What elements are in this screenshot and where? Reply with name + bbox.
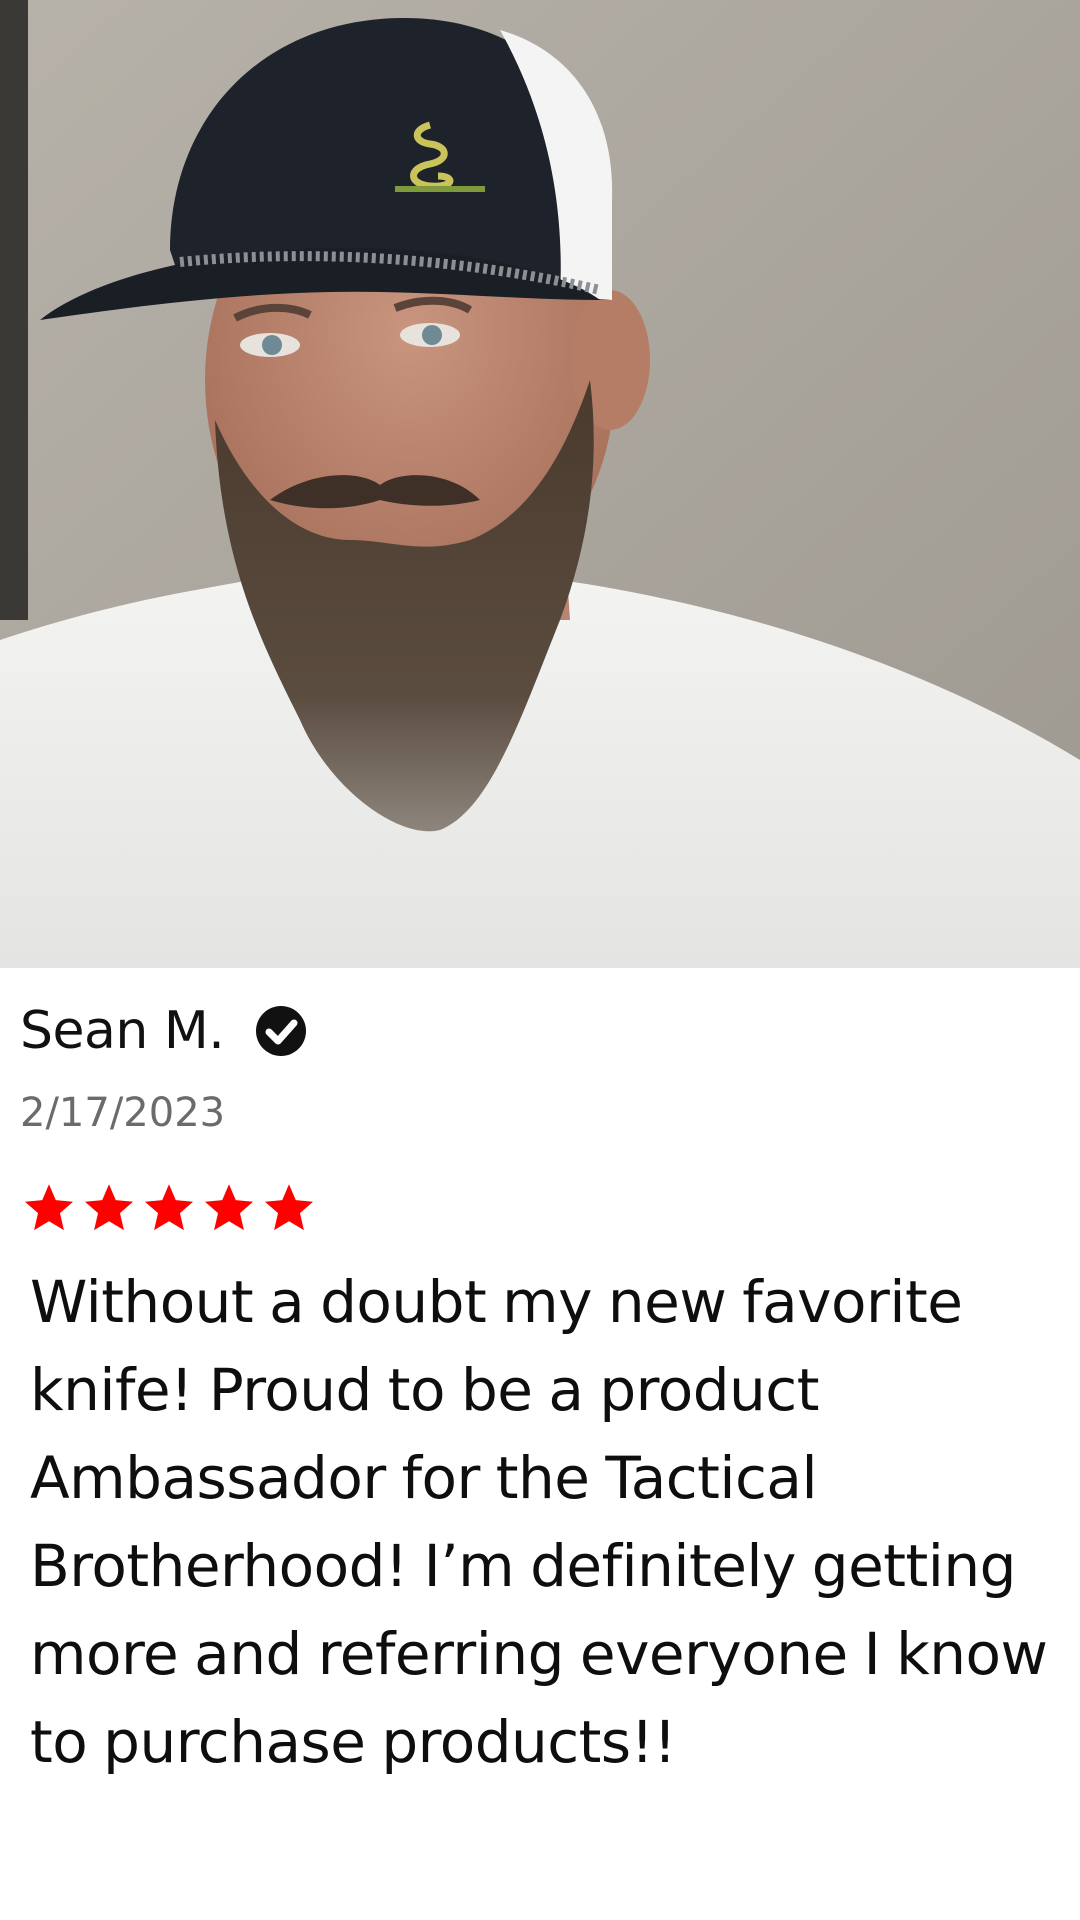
check-circle-icon bbox=[256, 1006, 307, 1056]
reviewer-photo bbox=[0, 0, 1080, 968]
star-icon bbox=[144, 1184, 194, 1231]
star-rating bbox=[20, 1180, 318, 1236]
star-icon bbox=[24, 1184, 74, 1231]
star-icon bbox=[84, 1184, 134, 1231]
review-date: 2/17/2023 bbox=[20, 1090, 226, 1136]
reviewer-name: Sean M. bbox=[20, 1001, 225, 1061]
review-text: Without a doubt my new favorite knife! P… bbox=[30, 1268, 1048, 1776]
reviewer-header: Sean M. bbox=[20, 996, 308, 1066]
star-icon bbox=[204, 1184, 254, 1231]
star-icon bbox=[264, 1184, 314, 1231]
review-card: Sean M. 2/17/2023 Without a doubt my new… bbox=[0, 968, 1080, 1920]
